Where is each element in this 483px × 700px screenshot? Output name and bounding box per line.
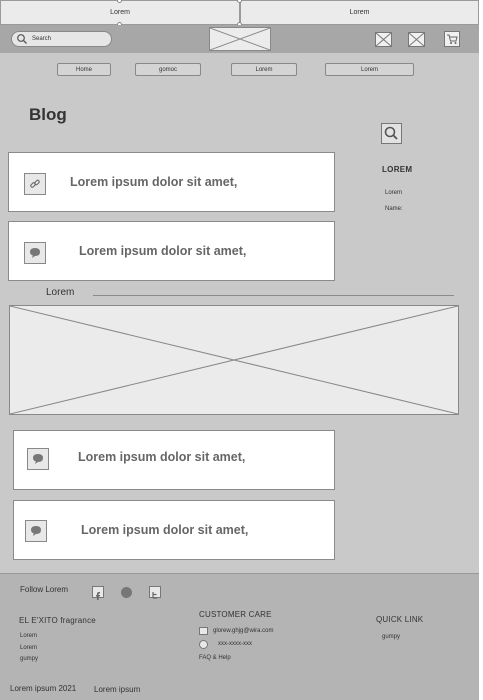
copyright: Lorem ipsum 2021 [10, 684, 77, 693]
logo-placeholder[interactable] [209, 27, 271, 51]
nav-label: Lorem [360, 66, 378, 73]
sidebar-heading: LOREM [382, 165, 413, 174]
footer-brand-link[interactable]: Lorem [20, 645, 37, 651]
mail-icon [199, 627, 208, 635]
nav-home[interactable]: Home [57, 63, 111, 76]
sidebar-item[interactable]: Name: [385, 206, 403, 212]
search-icon [384, 126, 398, 140]
blog-card[interactable]: Lorem ipsum dolor sit amet, [8, 221, 335, 281]
right-edge [479, 0, 483, 700]
facebook-icon[interactable] [92, 586, 104, 600]
blog-card[interactable]: Lorem ipsum dolor sit amet, [8, 152, 335, 212]
blog-card[interactable]: Lorem ipsum dolor sit amet, [13, 430, 335, 490]
banner-image-placeholder [9, 305, 459, 415]
tab-label: Lorem [349, 9, 370, 16]
sidebar-item[interactable]: Lorem [385, 190, 402, 196]
footer-extra: Lorem ipsum [94, 685, 141, 694]
footer-quick-heading: QUICK LINK [376, 615, 424, 624]
footer-brand-heading: EL E'XITO fragrance [19, 616, 96, 625]
phone-icon [199, 640, 208, 649]
section-divider [93, 295, 454, 296]
page-title: Blog [29, 105, 67, 124]
nav-lorem-1[interactable]: Lorem [231, 63, 297, 76]
sidebar-search-button[interactable] [381, 123, 402, 144]
card-text: Lorem ipsum dolor sit amet, [70, 175, 238, 189]
footer-care-heading: CUSTOMER CARE [199, 610, 272, 619]
footer [0, 573, 479, 700]
tab-label: Lorem [110, 9, 130, 16]
search-placeholder: Search [32, 36, 52, 42]
card-text: Lorem ipsum dolor sit amet, [78, 450, 246, 464]
card-text: Lorem ipsum dolor sit amet, [81, 523, 249, 537]
nav-lorem-2[interactable]: Lorem [325, 63, 414, 76]
follow-label: Follow Lorem [20, 585, 69, 594]
footer-email[interactable]: glorew.ghjg@wira.com [213, 628, 273, 634]
footer-phone[interactable]: xxx-xxxx-xxx [218, 641, 252, 647]
search-input[interactable]: Search [11, 31, 112, 47]
chat-icon [27, 448, 49, 470]
footer-faq-link[interactable]: FAQ & Help [199, 655, 231, 661]
footer-brand-link[interactable]: gumpy [20, 656, 38, 662]
twitter-icon[interactable] [149, 586, 161, 599]
search-icon [17, 34, 27, 44]
nav-label: Lorem [255, 66, 273, 73]
blog-card[interactable]: Lorem ipsum dolor sit amet, [13, 500, 335, 560]
social-icon[interactable] [121, 587, 132, 598]
footer-quick-link[interactable]: gumpy [382, 634, 400, 640]
card-text: Lorem ipsum dolor sit amet, [79, 244, 247, 258]
footer-brand-link[interactable]: Lorem [20, 633, 37, 639]
mail-icon[interactable] [375, 32, 392, 47]
section-label: Lorem [46, 287, 75, 298]
tab-lorem-2[interactable]: Lorem [240, 0, 479, 25]
cart-icon[interactable] [444, 31, 460, 47]
chat-icon [25, 520, 47, 542]
link-icon [24, 173, 46, 195]
nav-gomoc[interactable]: gomoc [135, 63, 201, 76]
mail-icon[interactable] [408, 32, 425, 47]
chat-icon [24, 242, 46, 264]
nav-label: gomoc [158, 66, 177, 73]
nav-label: Home [75, 66, 92, 73]
